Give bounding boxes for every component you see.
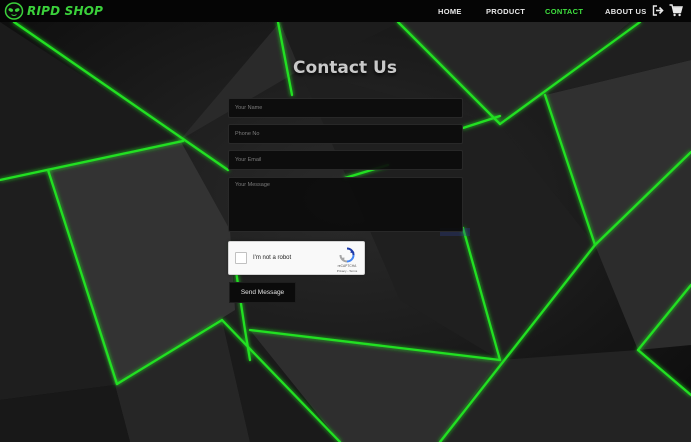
recaptcha-widget: I'm not a robot reCAPTCHA Privacy - Term… [228, 241, 365, 275]
phone-input[interactable] [228, 124, 463, 144]
message-textarea[interactable] [228, 177, 463, 232]
nav-item-home[interactable]: HOME [438, 7, 462, 16]
alien-logo-icon [4, 2, 24, 20]
send-message-button[interactable]: Send Message [229, 282, 296, 303]
brand-name: RIPD SHOP [27, 4, 104, 18]
logout-icon[interactable] [652, 5, 664, 16]
email-input[interactable] [228, 150, 463, 170]
recaptcha-label: I'm not a robot [253, 255, 292, 261]
recaptcha-brand: reCAPTCHA [337, 264, 357, 268]
recaptcha-checkbox[interactable] [235, 252, 247, 264]
nav-item-product[interactable]: PRODUCT [486, 7, 525, 16]
nav-item-contact[interactable]: CONTACT [545, 7, 583, 16]
top-navbar: RIPD SHOP HOME PRODUCT CONTACT ABOUT US [0, 0, 691, 22]
page-title: Contact Us [293, 58, 397, 78]
cart-icon[interactable] [669, 4, 683, 17]
name-input[interactable] [228, 98, 463, 118]
nav-item-about-us[interactable]: ABOUT US [605, 7, 647, 16]
brand-logo[interactable]: RIPD SHOP [4, 2, 103, 20]
recaptcha-privacy-terms-link[interactable]: Privacy - Terms [332, 269, 362, 273]
